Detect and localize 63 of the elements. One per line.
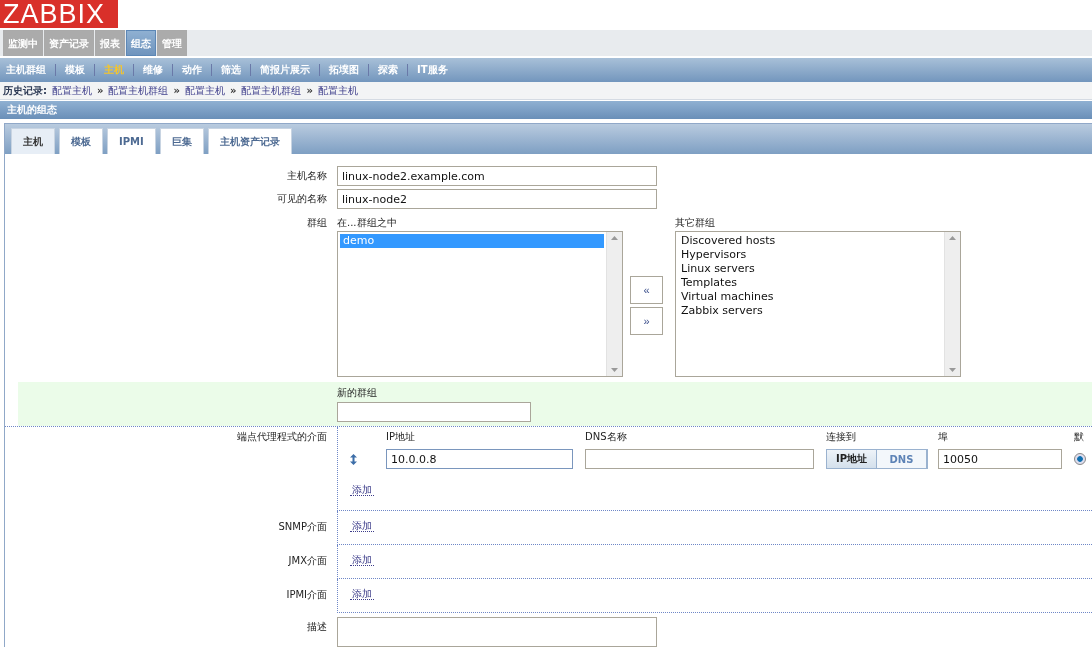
scroll-down-icon[interactable] [611,368,618,372]
column-header: 埠 [938,430,949,444]
add-link[interactable]: 添加 [350,520,374,532]
move-right-button[interactable]: » [630,307,663,335]
field-label: JMX介面 [287,554,327,568]
scrollbar[interactable] [944,232,960,376]
scroll-up-icon[interactable] [949,236,956,240]
input-field[interactable]: 10.0.0.8 [386,449,573,469]
drag-handle-icon[interactable] [350,453,357,465]
input-field[interactable]: 10050 [938,449,1062,469]
group-option[interactable]: Discovered hosts [678,234,942,248]
radio-button[interactable] [1074,453,1086,465]
list-label: 其它群组 [675,216,716,230]
group-option[interactable]: Templates [678,276,942,290]
logo: ZABBIX [0,0,118,28]
add-link[interactable]: 添加 [350,554,374,566]
group-option[interactable]: Linux servers [678,262,942,276]
field-label: 描述 [306,620,327,634]
column-header: IP地址 [386,430,416,444]
column-header: 连接到 [826,430,857,444]
list-label: 在...群组之中 [337,216,398,230]
add-link[interactable]: 添加 [350,484,374,496]
toggle-option[interactable]: DNS [877,450,927,468]
breadcrumb-separator: » [97,85,104,96]
group-listbox[interactable]: Discovered hosts Hypervisors Linux servers Templates Virtual machines Zabbix servers [675,231,961,377]
scroll-down-icon[interactable] [949,368,956,372]
field-label: SNMP介面 [277,520,327,534]
breadcrumb-link[interactable]: 配置主机 [52,83,92,98]
tab[interactable]: 巨集 [159,128,204,154]
breadcrumb-separator: » [229,85,237,96]
input-field[interactable] [585,449,814,469]
tab[interactable]: 模板 [59,128,103,154]
field-label: 主机名称 [286,169,327,183]
tab[interactable]: 主机 [11,128,55,154]
breadcrumb-link[interactable]: 配置主机群组 [241,83,302,98]
add-link[interactable]: 添加 [350,588,374,600]
tab[interactable]: IPMI [107,128,156,154]
tab[interactable]: 主机资产记录 [207,128,292,154]
breadcrumb-separator: » [306,85,313,96]
input-field[interactable]: linux-node2.example.com [337,166,657,186]
field-label: 新的群组 [337,386,378,400]
breadcrumb-separator: » [173,85,180,96]
input-field[interactable] [337,402,531,422]
section-header: 主机的组态 [0,101,1092,119]
group-option[interactable]: Hypervisors [678,248,942,262]
field-label: 群组 [306,216,327,230]
breadcrumb-title: 历史记录: [3,83,47,98]
column-header: DNS名称 [585,430,628,444]
field-label: 端点代理程式的介面 [236,430,327,444]
scroll-up-icon[interactable] [611,236,618,240]
breadcrumb-link[interactable]: 配置主机群组 [108,83,169,98]
column-header: 默 [1074,430,1085,444]
breadcrumb-link[interactable]: 配置主机 [184,83,225,98]
field-label: 可见的名称 [276,192,327,206]
scrollbar[interactable] [606,232,622,376]
toggle-option[interactable]: IP地址 [827,450,877,468]
move-left-button[interactable]: « [630,276,663,304]
group-option[interactable]: Virtual machines [678,290,942,304]
field-label: IPMI介面 [285,588,327,602]
breadcrumb-link[interactable]: 配置主机 [317,83,358,98]
description-field[interactable] [337,617,657,647]
group-option[interactable]: Zabbix servers [678,304,942,318]
input-field[interactable]: linux-node2 [337,189,657,209]
